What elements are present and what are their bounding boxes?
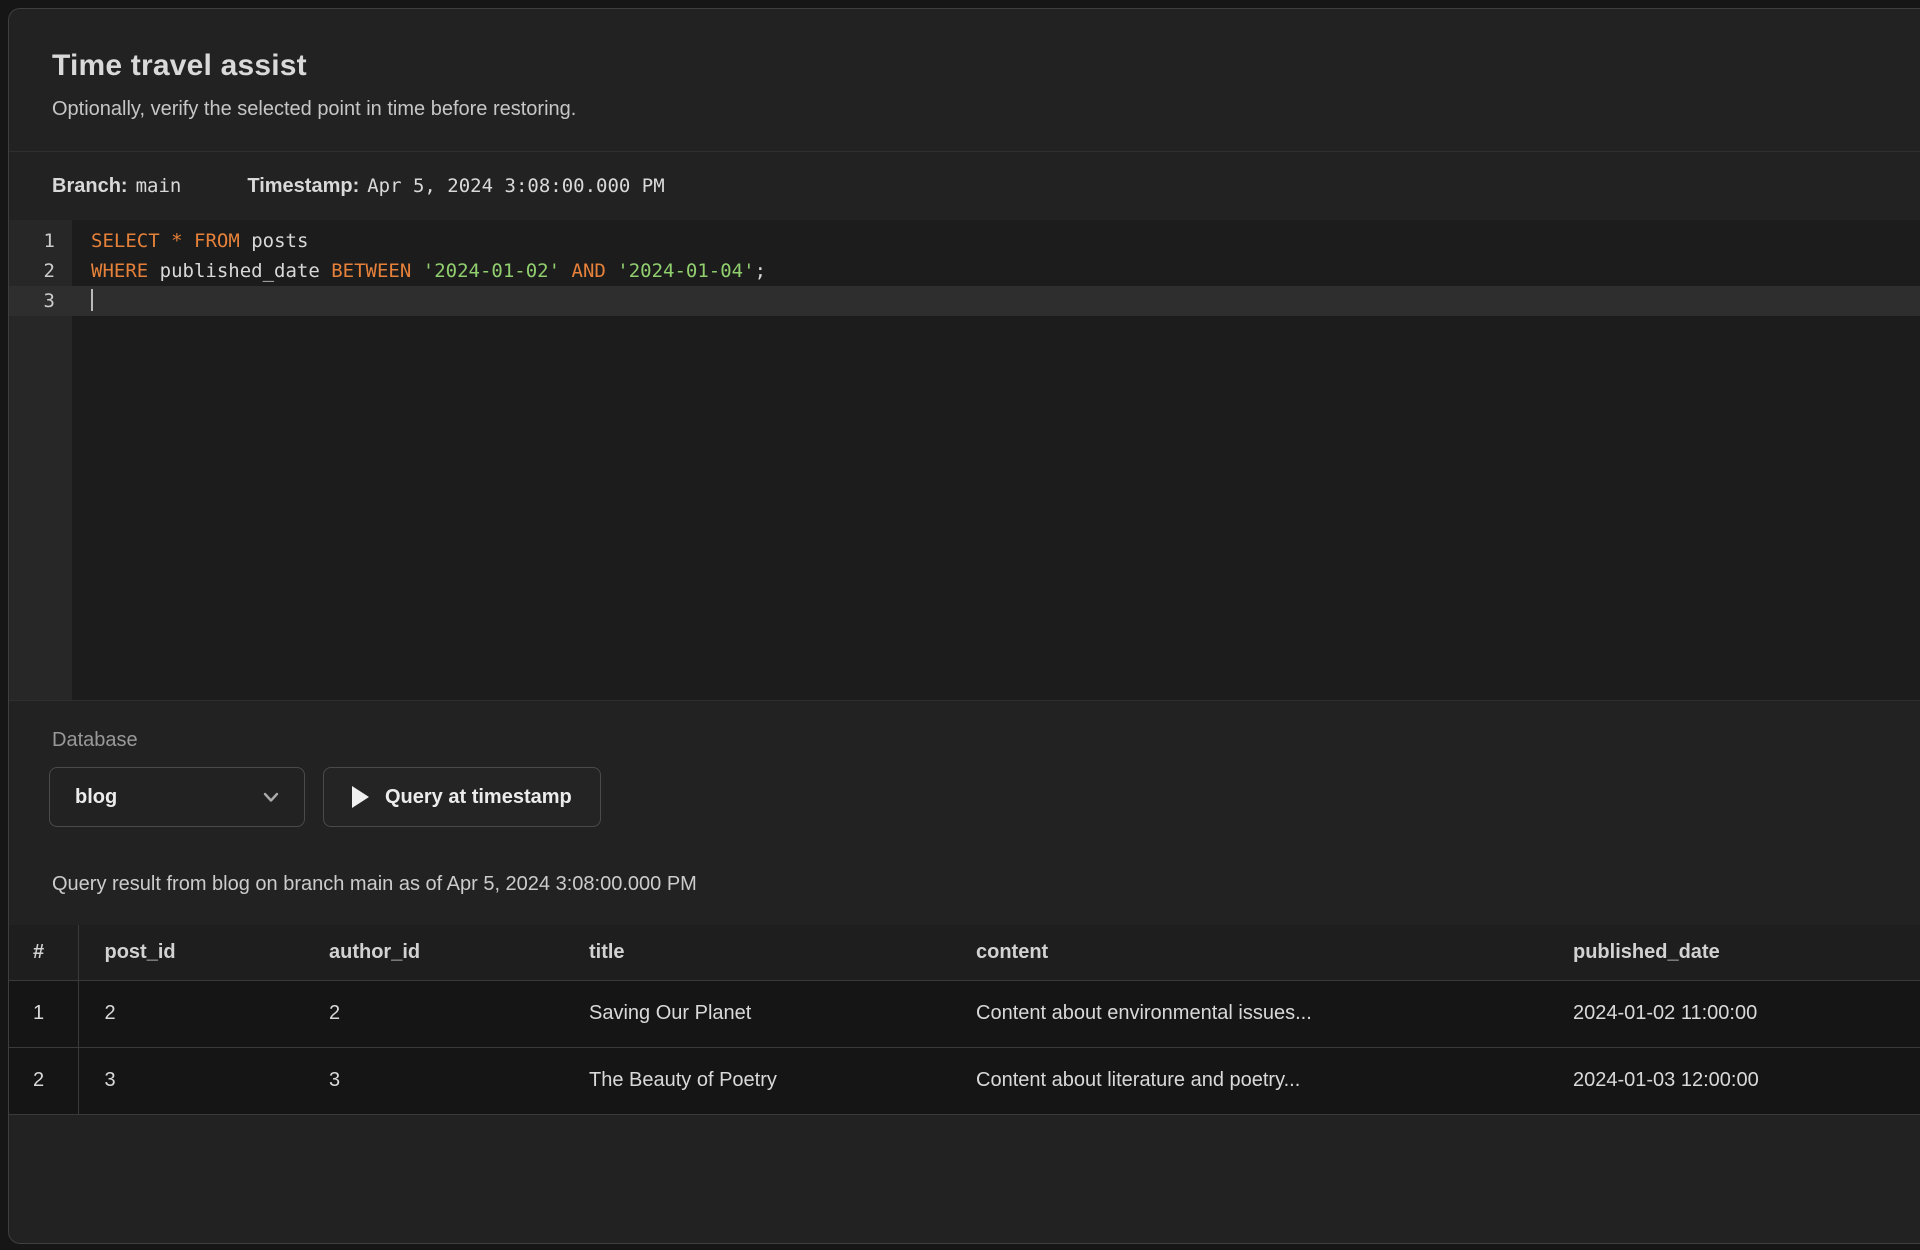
- table-cell: The Beauty of Poetry: [563, 1047, 950, 1114]
- result-table-header: #post_idauthor_idtitlecontentpublished_d…: [9, 925, 1920, 980]
- database-section: Database blog Query at timestamp: [9, 701, 1920, 827]
- database-label: Database: [49, 729, 1877, 752]
- table-cell: 2: [9, 1047, 78, 1114]
- code-token: [183, 230, 194, 252]
- editor-line[interactable]: 2WHERE published_date BETWEEN '2024-01-0…: [9, 256, 1920, 286]
- play-icon: [352, 786, 369, 808]
- table-header-row: #post_idauthor_idtitlecontentpublished_d…: [9, 925, 1920, 980]
- database-select[interactable]: blog: [49, 767, 305, 827]
- code-token: [411, 260, 422, 282]
- code-line: WHERE published_date BETWEEN '2024-01-02…: [72, 256, 766, 286]
- code-token: FROM: [194, 230, 240, 252]
- code-token: ;: [755, 260, 766, 282]
- line-number: 2: [9, 256, 72, 286]
- code-token: posts: [240, 230, 309, 252]
- editor-line[interactable]: 1SELECT * FROM posts: [9, 226, 1920, 256]
- database-controls: blog Query at timestamp: [49, 767, 1877, 827]
- branch-info: Branch: main: [52, 175, 181, 198]
- line-number: 3: [9, 286, 72, 316]
- code-token: '2024-01-04': [617, 260, 754, 282]
- table-cell: 2: [78, 980, 303, 1047]
- table-row: 122Saving Our PlanetContent about enviro…: [9, 980, 1920, 1047]
- code-token: BETWEEN: [331, 260, 411, 282]
- text-cursor: [91, 289, 93, 311]
- query-at-timestamp-button[interactable]: Query at timestamp: [323, 767, 601, 827]
- code-line: SELECT * FROM posts: [72, 226, 308, 256]
- code-token: [560, 260, 571, 282]
- branch-label: Branch:: [52, 175, 128, 198]
- code-token: '2024-01-02': [423, 260, 560, 282]
- code-token: AND: [572, 260, 606, 282]
- time-travel-assist-panel: Time travel assist Optionally, verify th…: [8, 8, 1920, 1244]
- table-row: 233The Beauty of PoetryContent about lit…: [9, 1047, 1920, 1114]
- code-token: published_date: [148, 260, 331, 282]
- code-line: [72, 286, 93, 316]
- result-table-body: 122Saving Our PlanetContent about enviro…: [9, 980, 1920, 1114]
- code-token: [606, 260, 617, 282]
- table-cell: 3: [78, 1047, 303, 1114]
- table-cell: 3: [303, 1047, 563, 1114]
- column-header-post_id: post_id: [78, 925, 303, 980]
- branch-value: main: [136, 175, 182, 197]
- column-header-author_id: author_id: [303, 925, 563, 980]
- table-cell: 2: [303, 980, 563, 1047]
- column-header-title: title: [563, 925, 950, 980]
- code-token: [160, 230, 171, 252]
- chevron-down-icon: [260, 786, 282, 808]
- meta-bar: Branch: main Timestamp: Apr 5, 2024 3:08…: [9, 152, 1920, 220]
- timestamp-label: Timestamp:: [247, 175, 359, 198]
- sql-editor[interactable]: 1SELECT * FROM posts2WHERE published_dat…: [9, 220, 1920, 700]
- query-result-caption: Query result from blog on branch main as…: [52, 873, 1877, 897]
- table-cell: 1: [9, 980, 78, 1047]
- column-header-row-index: #: [9, 925, 78, 980]
- table-cell: 2024-01-03 12:00:00: [1547, 1047, 1920, 1114]
- column-header-published_date: published_date: [1547, 925, 1920, 980]
- page-subtitle: Optionally, verify the selected point in…: [52, 98, 1877, 121]
- panel-header: Time travel assist Optionally, verify th…: [9, 9, 1920, 151]
- table-cell: Content about environmental issues...: [950, 980, 1547, 1047]
- table-cell: Saving Our Planet: [563, 980, 950, 1047]
- code-token: SELECT: [91, 230, 160, 252]
- editor-line-active[interactable]: 3: [9, 286, 1920, 316]
- table-cell: 2024-01-02 11:00:00: [1547, 980, 1920, 1047]
- query-at-timestamp-label: Query at timestamp: [385, 786, 572, 809]
- timestamp-value: Apr 5, 2024 3:08:00.000 PM: [367, 175, 664, 197]
- line-number: 1: [9, 226, 72, 256]
- table-cell: Content about literature and poetry...: [950, 1047, 1547, 1114]
- column-header-content: content: [950, 925, 1547, 980]
- database-select-value: blog: [75, 786, 117, 809]
- page-title: Time travel assist: [52, 49, 1877, 83]
- result-table: #post_idauthor_idtitlecontentpublished_d…: [9, 925, 1920, 1115]
- code-token: *: [171, 230, 182, 252]
- code-token: WHERE: [91, 260, 148, 282]
- timestamp-info: Timestamp: Apr 5, 2024 3:08:00.000 PM: [247, 175, 664, 198]
